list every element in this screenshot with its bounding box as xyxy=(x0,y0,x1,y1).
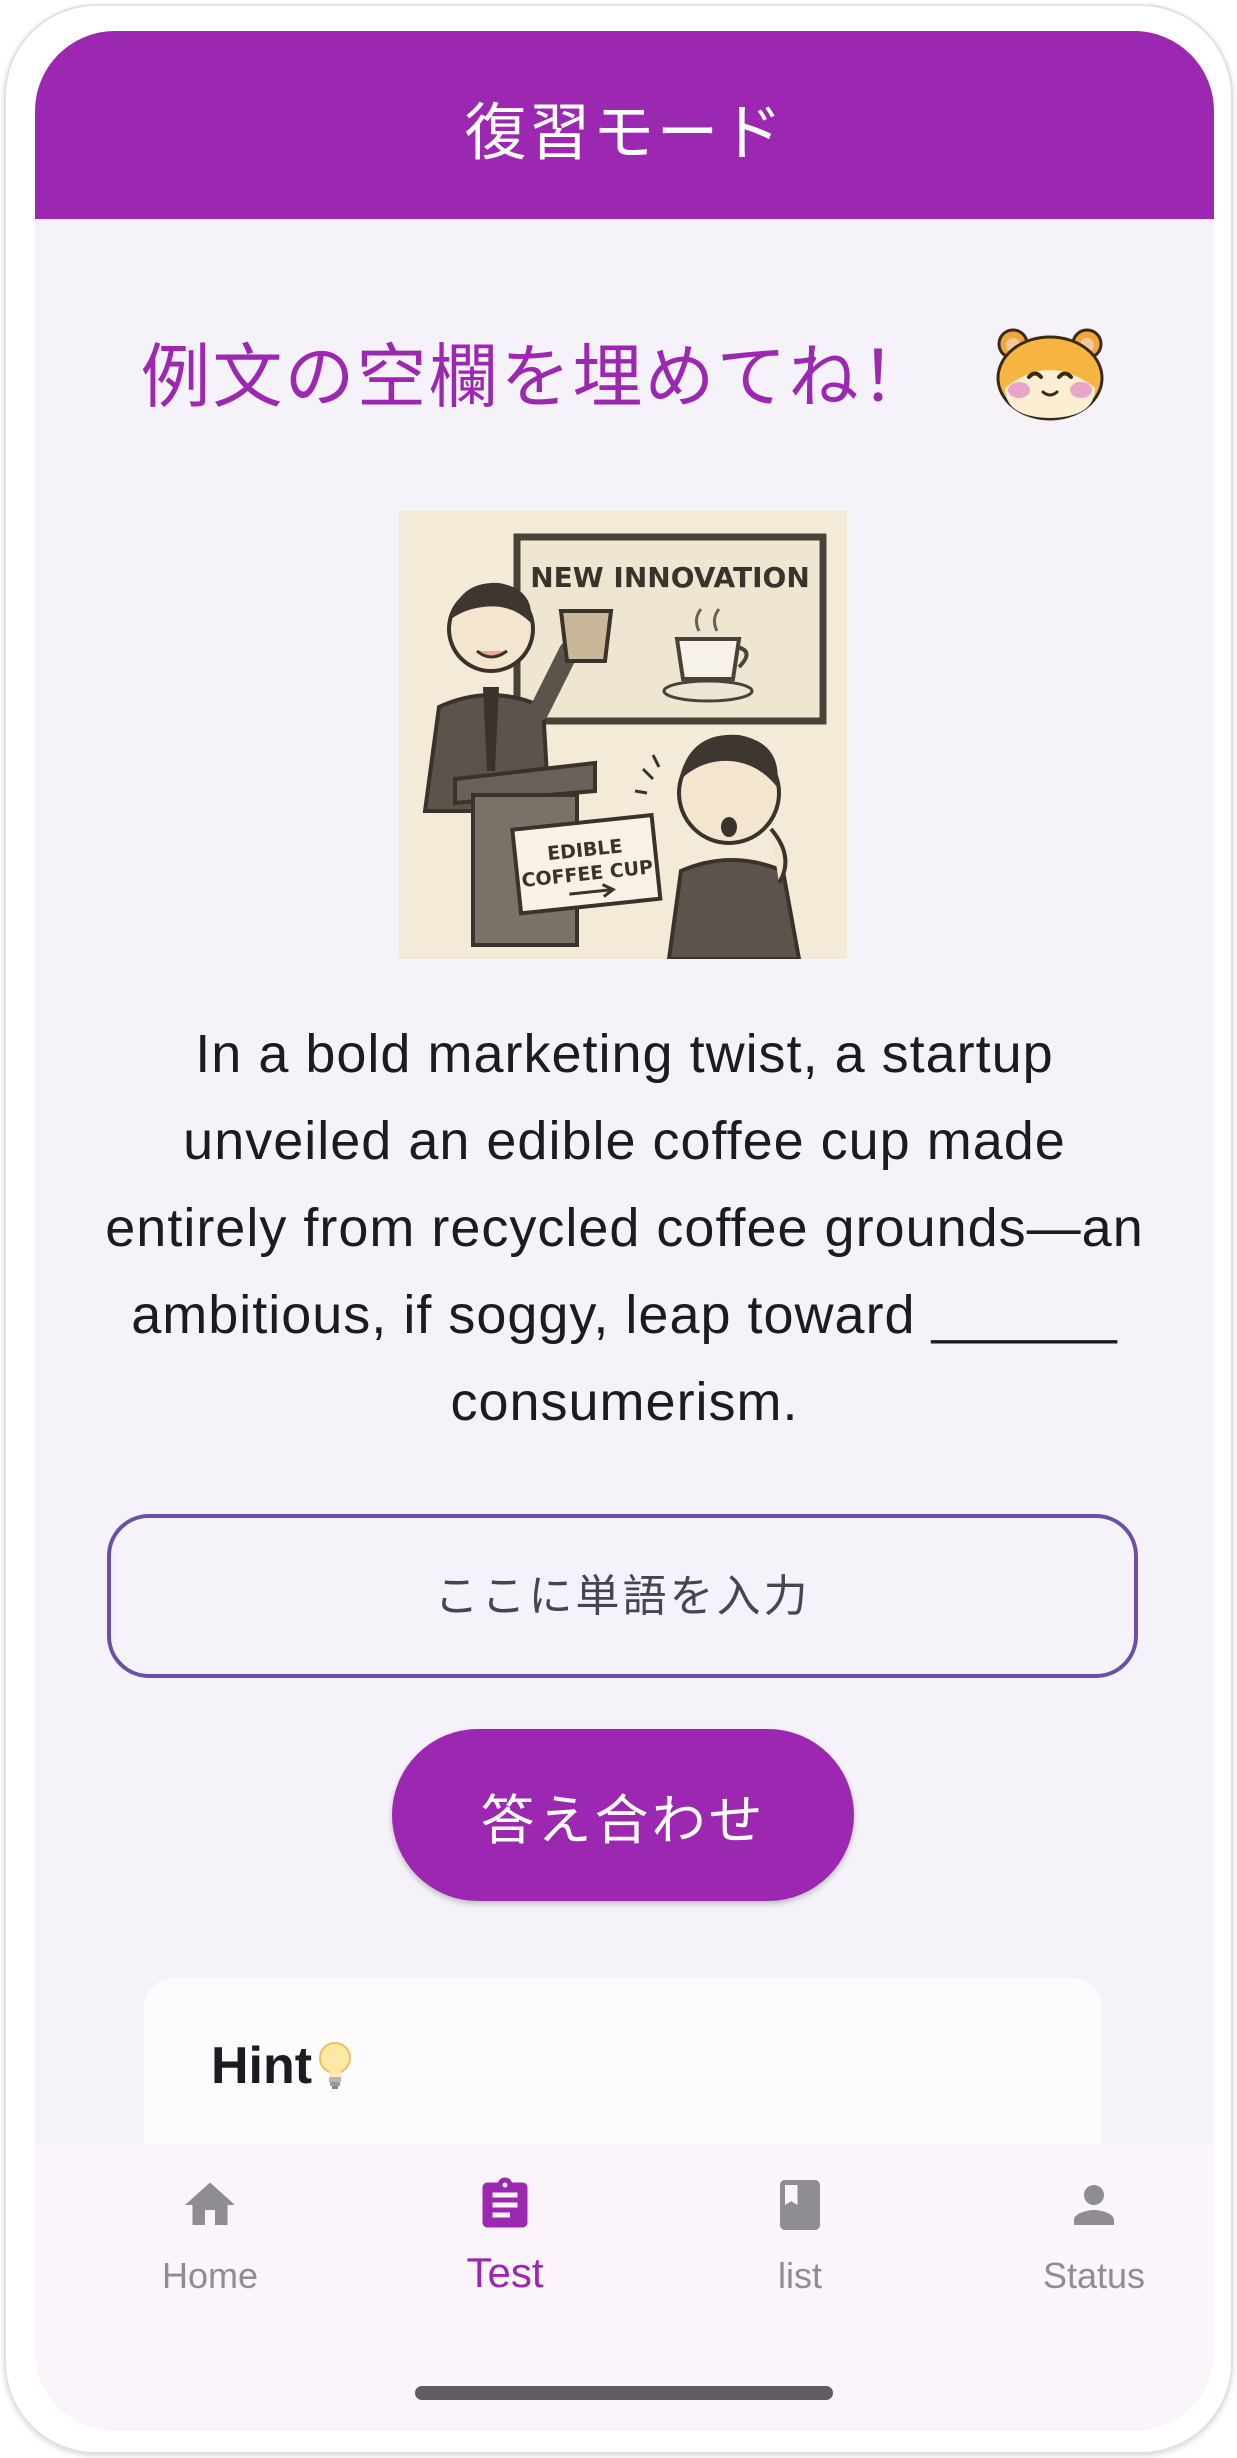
nav-item-status[interactable]: Status xyxy=(947,2145,1214,2345)
nav-label-test: Test xyxy=(466,2249,544,2296)
nav-label-home: Home xyxy=(161,2255,259,2296)
answer-input[interactable] xyxy=(107,1514,1138,1678)
person-icon xyxy=(1074,2185,1114,2225)
hint-title: Hint xyxy=(211,2037,313,2095)
sentence-illustration: NEW INNOVATION EDIBLE COFFEE CUP xyxy=(399,511,847,959)
nav-item-test[interactable]: Test xyxy=(358,2145,652,2345)
book-icon xyxy=(780,2180,820,2230)
hint-header: Hint xyxy=(211,2036,354,2096)
lightbulb-icon xyxy=(319,2042,352,2089)
nav-label-status: Status xyxy=(1042,2255,1146,2296)
app-screen: 復習モード 例文の空欄を埋めてね！ NEW INNOVATION EDIBLE … xyxy=(35,31,1214,2431)
home-icon xyxy=(185,2182,235,2225)
home-indicator[interactable] xyxy=(415,2386,833,2400)
nav-label-list: list xyxy=(778,2255,822,2296)
app-bar: 復習モード xyxy=(35,31,1214,219)
board-sign-text: NEW INNOVATION xyxy=(530,561,810,594)
nav-item-home[interactable]: Home xyxy=(63,2145,357,2345)
clipboard-icon xyxy=(482,2177,528,2228)
phone-frame: 復習モード 例文の空欄を埋めてね！ NEW INNOVATION EDIBLE … xyxy=(4,4,1233,2454)
question-sentence: In a bold marketing twist, a startup unv… xyxy=(105,1024,1144,1432)
nav-item-list[interactable]: list xyxy=(653,2145,947,2345)
instruction-heading: 例文の空欄を埋めてね！ xyxy=(140,336,933,418)
hamster-mascot-icon xyxy=(996,328,1103,420)
app-bar-title: 復習モード xyxy=(464,96,785,169)
instruction-row: 例文の空欄を埋めてね！ xyxy=(35,321,1214,422)
check-answer-button[interactable]: 答え合わせ xyxy=(392,1729,854,1901)
